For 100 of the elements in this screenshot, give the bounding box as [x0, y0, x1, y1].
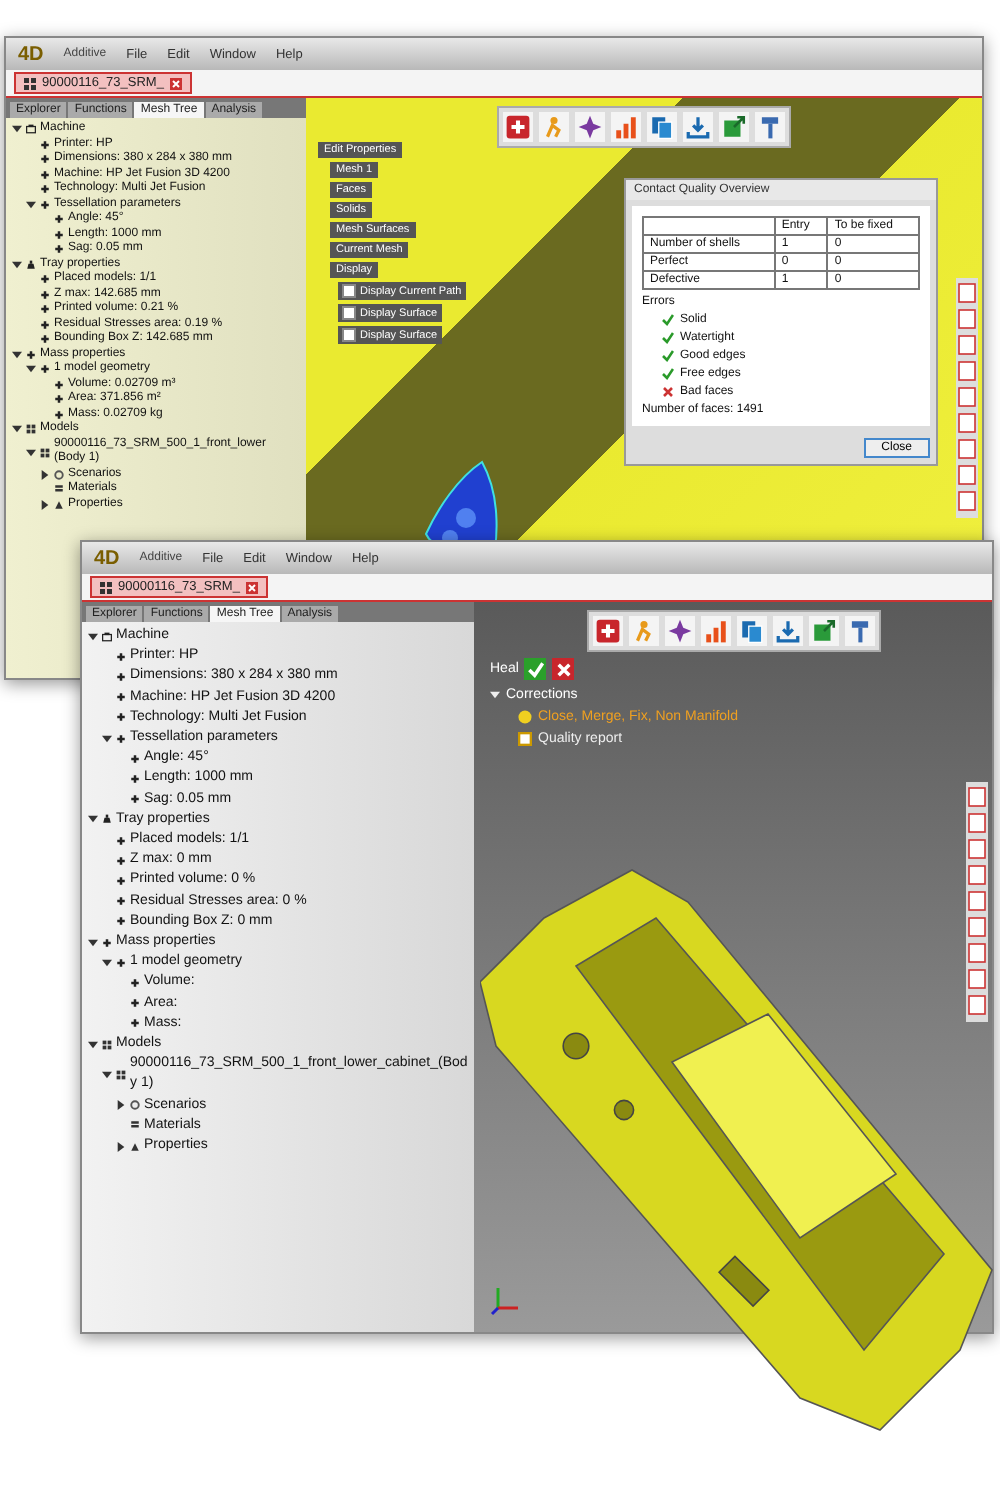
bullet-icon: [116, 835, 126, 846]
expander-icon[interactable]: [12, 124, 22, 135]
expander-icon[interactable]: [12, 259, 22, 270]
accept-button[interactable]: [524, 658, 547, 680]
bullet-icon: [54, 379, 64, 390]
expander-icon[interactable]: [26, 447, 36, 457]
bullet-icon: [116, 916, 126, 927]
expander-icon[interactable]: [490, 690, 500, 700]
bullet-icon: [116, 957, 126, 968]
gear-icon: [54, 469, 64, 480]
bullet-icon: [116, 651, 126, 662]
checkbox[interactable]: [342, 328, 356, 342]
expander-icon[interactable]: [26, 364, 36, 375]
grid-icon: [24, 77, 36, 89]
bars-tool-icon[interactable]: [611, 112, 641, 142]
bullet-icon: [26, 349, 36, 360]
expander-icon[interactable]: [12, 424, 22, 435]
copy-tool-icon[interactable]: [647, 112, 677, 142]
bullet-icon: [116, 855, 126, 866]
bullet-icon: [40, 184, 50, 195]
printer-icon: [102, 631, 112, 642]
star-tool-icon[interactable]: [575, 112, 605, 142]
bullet-icon: [54, 214, 64, 225]
properties-icon: [54, 499, 64, 510]
bullet-icon: [54, 229, 64, 240]
bullet-icon: [40, 289, 50, 300]
bullet-icon: [54, 409, 64, 420]
copy-tool-icon[interactable]: [736, 616, 766, 646]
bullet-icon: [130, 998, 140, 1009]
grid-icon: [40, 447, 50, 457]
bullet-icon: [54, 244, 64, 255]
tray-icon: [26, 259, 36, 270]
bullet-icon: [116, 876, 126, 887]
plus-tool-icon[interactable]: [503, 112, 533, 142]
bullet-icon: [116, 672, 126, 682]
tray-icon: [102, 814, 112, 825]
bullet-icon: [130, 753, 140, 764]
bullet-icon: [40, 199, 50, 210]
properties-icon: [130, 1141, 140, 1152]
grid-icon: [102, 1039, 112, 1050]
expander-icon[interactable]: [116, 1141, 126, 1152]
hammer-tool-icon[interactable]: [844, 616, 874, 646]
bullet-icon: [116, 712, 126, 723]
gear-icon: [130, 1100, 140, 1111]
expander-icon[interactable]: [102, 1069, 112, 1080]
expander-icon[interactable]: [88, 814, 98, 825]
stack-icon: [130, 1120, 140, 1131]
expander-icon[interactable]: [12, 349, 22, 360]
reject-button[interactable]: [552, 658, 575, 680]
expander-icon[interactable]: [26, 199, 36, 210]
expander-icon[interactable]: [88, 937, 98, 948]
bars-tool-icon[interactable]: [700, 616, 730, 646]
side-toolbar-drawing[interactable]: [966, 782, 988, 1022]
checkbox[interactable]: [342, 306, 356, 320]
close-icon[interactable]: [169, 77, 182, 89]
stack-icon: [54, 484, 64, 495]
app-logo: 4D: [94, 547, 120, 569]
close-icon[interactable]: [245, 581, 258, 593]
grid-icon: [116, 1069, 126, 1080]
bullet-icon: [130, 794, 140, 805]
bullet-icon: [130, 978, 140, 989]
bullet-icon: [116, 733, 126, 744]
expander-icon[interactable]: [40, 499, 50, 510]
download-tool-icon[interactable]: [683, 112, 713, 142]
app-logo: 4D: [18, 43, 44, 65]
side-toolbar-drawing[interactable]: [956, 278, 978, 518]
expander-icon[interactable]: [116, 1100, 126, 1111]
grid-icon: [26, 424, 36, 435]
expander-icon[interactable]: [88, 1039, 98, 1050]
axis-triad-icon: [490, 1284, 522, 1316]
export-tool-icon[interactable]: [719, 112, 749, 142]
expander-icon[interactable]: [102, 733, 112, 744]
bullet-icon: [40, 334, 50, 345]
bullet-icon: [102, 937, 112, 948]
bullet-icon: [40, 169, 50, 180]
star-tool-icon[interactable]: [664, 616, 694, 646]
bullet-icon: [54, 394, 64, 405]
expander-icon[interactable]: [102, 957, 112, 968]
bullet-icon: [40, 319, 50, 330]
bullet-icon: [40, 274, 50, 285]
export-tool-icon[interactable]: [808, 616, 838, 646]
checkbox[interactable]: [342, 284, 356, 298]
bullet-icon: [40, 304, 50, 315]
bullet-icon: [116, 896, 126, 907]
printer-icon: [26, 124, 36, 135]
expander-icon[interactable]: [40, 469, 50, 480]
bullet-icon: [116, 692, 126, 703]
expander-icon[interactable]: [88, 631, 98, 642]
download-tool-icon[interactable]: [772, 616, 802, 646]
hammer-tool-icon[interactable]: [755, 112, 785, 142]
plus-tool-icon[interactable]: [592, 616, 622, 646]
bullet-icon: [40, 139, 50, 150]
document-icon: [518, 732, 532, 746]
bullet-icon: [130, 1018, 140, 1029]
grid-icon: [100, 581, 112, 593]
bullet-icon: [130, 774, 140, 785]
warning-icon: [518, 710, 532, 724]
bullet-icon: [40, 154, 50, 165]
bullet-icon: [40, 364, 50, 375]
column-header: [643, 217, 775, 235]
